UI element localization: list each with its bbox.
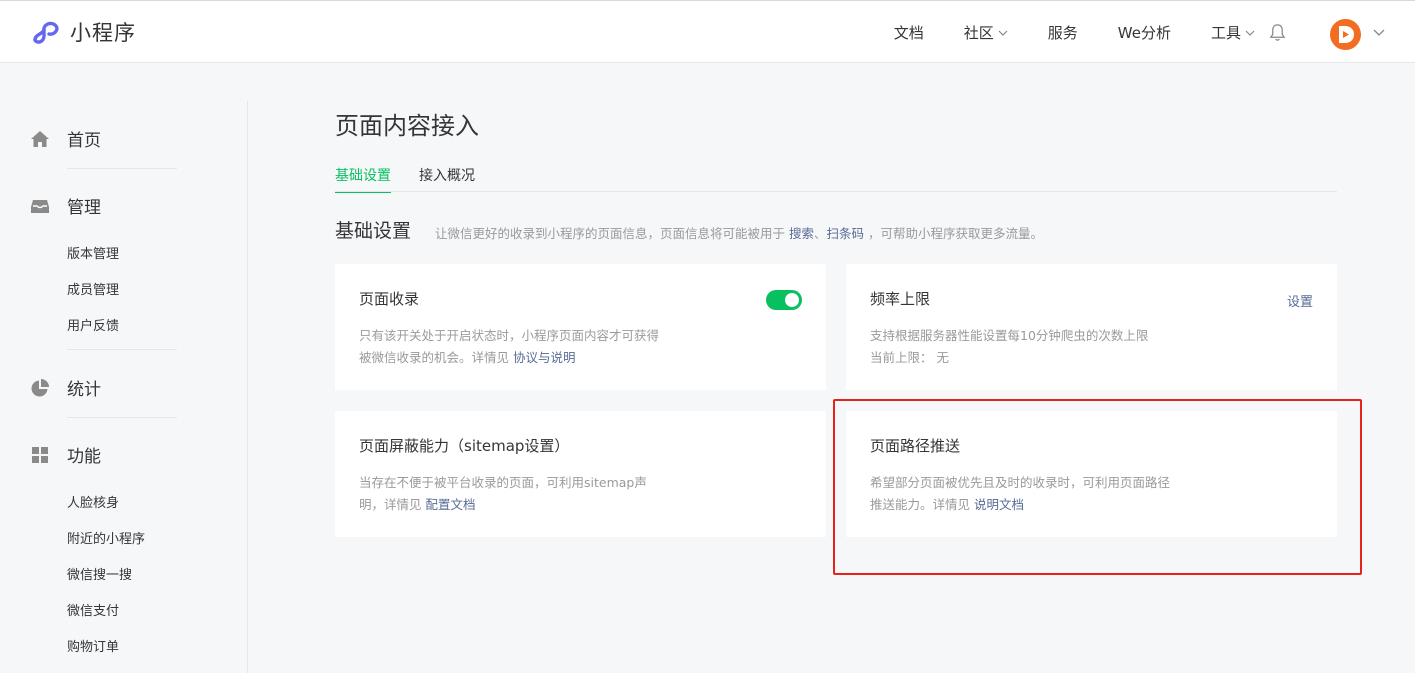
tab-access-overview[interactable]: 接入概况 [419,165,475,191]
card-frequency-limit: 频率上限 设置 支持根据服务器性能设置每10分钟爬虫的次数上限 当前上限： 无 [846,264,1337,390]
sidebar-divider [247,101,248,673]
sidebar-item-wechat-pay[interactable]: 微信支付 [67,600,119,619]
sidebar-item-user-feedback[interactable]: 用户反馈 [67,315,119,334]
logo[interactable]: 小程序 [30,16,136,48]
sidebar-section-label: 统计 [67,380,101,400]
card-page-indexing: 页面收录 只有该开关处于开启状态时，小程序页面内容才可获得 被微信收录的机会。详… [335,264,826,390]
app-name: 小程序 [70,21,136,45]
highlight-box [833,399,1362,575]
section-description: 让微信更好的收录到小程序的页面信息，页面信息将可能被用于 搜索、扫条码 ，可帮助… [435,223,1043,242]
scan-code-link[interactable]: 扫条码 [827,226,865,241]
sidebar-section-home[interactable]: 首页 [30,126,101,151]
pie-chart-icon [31,378,49,396]
tab-basic-settings[interactable]: 基础设置 [335,165,391,193]
toggle-knob [785,293,799,307]
tabs-underline [335,191,1337,192]
divider [67,349,177,350]
nav-we-analytics[interactable]: We分析 [1118,22,1171,43]
card-description: 只有该开关处于开启状态时，小程序页面内容才可获得 被微信收录的机会。详情见 协议… [359,325,719,369]
search-link[interactable]: 搜索 [789,226,814,241]
nav-community[interactable]: 社区 [964,22,1008,43]
card-description: 当存在不便于被平台收录的页面，可利用sitemap声 明，详情见 配置文档 [359,472,719,516]
nav-docs[interactable]: 文档 [894,22,924,43]
sidebar-section-features[interactable]: 功能 [30,442,101,467]
section-desc-text: 让微信更好的收录到小程序的页面信息，页面信息将可能被用于 [435,226,789,241]
indexing-toggle[interactable] [766,290,802,310]
page-title: 页面内容接入 [335,112,479,140]
card-desc-line: 明，详情见 配置文档 [359,494,719,516]
card-sitemap: 页面屏蔽能力（sitemap设置） 当存在不便于被平台收录的页面，可利用site… [335,411,826,537]
card-description: 支持根据服务器性能设置每10分钟爬虫的次数上限 当前上限： 无 [870,325,1230,369]
divider [67,417,177,418]
bell-icon[interactable] [1268,23,1287,42]
home-icon [31,130,49,147]
sidebar-item-member-manage[interactable]: 成员管理 [67,279,119,298]
avatar[interactable] [1330,19,1361,50]
chevron-down-icon [998,30,1008,36]
sidebar-item-version-manage[interactable]: 版本管理 [67,243,119,262]
divider [67,168,177,169]
card-title: 页面收录 [359,290,420,308]
nav-services-label: 服务 [1047,24,1078,42]
section-title: 基础设置 [335,220,412,242]
card-desc-line: 只有该开关处于开启状态时，小程序页面内容才可获得 [359,328,660,343]
section-desc-text: ，可帮助小程序获取更多流量。 [864,226,1044,241]
sidebar-section-manage[interactable]: 管理 [30,193,101,218]
agreement-link[interactable]: 协议与说明 [513,350,576,365]
top-header: 小程序 文档 社区 服务 We分析 工具 [0,0,1415,63]
nav-docs-label: 文档 [893,24,924,42]
card-desc-line: 当前上限： 无 [870,350,949,365]
sidebar-item-wechat-search[interactable]: 微信搜一搜 [67,564,132,583]
card-title: 页面屏蔽能力（sitemap设置） [359,437,570,455]
card-title: 频率上限 [870,290,931,308]
card-desc-line: 当存在不便于被平台收录的页面，可利用sitemap声 [359,475,647,490]
section-desc-separator: 、 [814,226,827,241]
sidebar-section-label: 管理 [67,198,101,218]
card-desc-line: 支持根据服务器性能设置每10分钟爬虫的次数上限 [870,328,1149,343]
card-desc-text: 被微信收录的机会。详情见 [359,350,513,365]
nav-services[interactable]: 服务 [1048,22,1078,43]
nav-community-label: 社区 [963,24,994,42]
chevron-down-icon [1245,30,1255,36]
sidebar-item-nearby-miniprogram[interactable]: 附近的小程序 [67,528,145,547]
nav-tools[interactable]: 工具 [1211,22,1255,43]
card-desc-text: 明，详情见 [359,497,426,512]
sidebar-section-label: 首页 [67,131,101,151]
grid-icon [32,446,48,463]
top-nav: 文档 社区 服务 We分析 工具 [854,1,1255,64]
avatar-logo-icon [1339,26,1354,43]
inbox-icon [31,199,49,213]
config-doc-link[interactable]: 配置文档 [425,497,475,512]
chevron-down-icon[interactable] [1373,29,1385,37]
sidebar-item-shopping-orders[interactable]: 购物订单 [67,636,119,655]
card-desc-line: 被微信收录的机会。详情见 协议与说明 [359,347,719,369]
sidebar-section-stats[interactable]: 统计 [30,375,101,400]
settings-link[interactable]: 设置 [1287,291,1313,310]
sidebar-item-face-verify[interactable]: 人脸核身 [67,492,119,511]
nav-tools-label: 工具 [1210,24,1241,42]
nav-we-analytics-label: We分析 [1117,24,1171,42]
miniprogram-logo-icon [33,21,59,44]
sidebar-section-label: 功能 [67,447,101,467]
